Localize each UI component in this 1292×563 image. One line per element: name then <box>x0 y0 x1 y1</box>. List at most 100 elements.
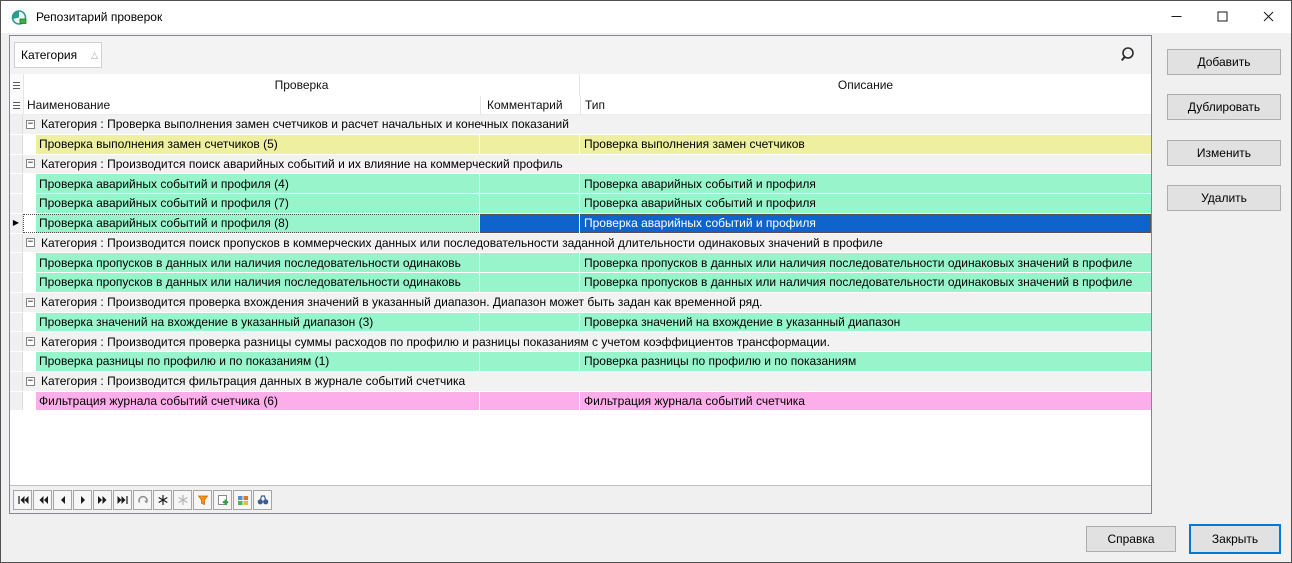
band-description[interactable]: Описание <box>580 74 1151 96</box>
cell-name[interactable]: Проверка аварийных событий и профиля (7) <box>36 194 479 213</box>
cell-comment[interactable] <box>479 214 579 233</box>
close-button[interactable] <box>1245 1 1291 33</box>
app-icon <box>11 9 28 26</box>
data-row[interactable]: Проверка пропусков в данных или наличия … <box>10 273 1151 293</box>
cell-type[interactable]: Проверка пропусков в данных или наличия … <box>579 273 1151 292</box>
delete-record-button[interactable] <box>173 490 192 510</box>
group-row[interactable]: −Категория : Производится проверка разни… <box>10 332 1151 352</box>
minimize-button[interactable] <box>1153 1 1199 33</box>
group-row[interactable]: −Категория : Производится поиск аварийны… <box>10 155 1151 175</box>
help-button[interactable]: Справка <box>1086 526 1176 552</box>
collapse-minus-icon[interactable]: − <box>26 120 35 129</box>
nav-first-button[interactable] <box>13 490 32 510</box>
collapse-minus-icon[interactable]: − <box>26 337 35 346</box>
group-row[interactable]: −Категория : Производится фильтрация дан… <box>10 372 1151 392</box>
close-icon <box>1263 10 1274 25</box>
cell-type[interactable]: Фильтрация журнала событий счетчика <box>579 392 1151 411</box>
collapse-minus-icon[interactable]: − <box>26 238 35 247</box>
close-dialog-button[interactable]: Закрыть <box>1189 524 1281 554</box>
cell-comment[interactable] <box>479 273 579 292</box>
cell-type[interactable]: Проверка аварийных событий и профиля <box>579 174 1151 193</box>
maximize-button[interactable] <box>1199 1 1245 33</box>
band-header-row: Проверка Описание <box>10 74 1151 96</box>
add-button[interactable]: Добавить <box>1167 49 1281 75</box>
group-cell[interactable]: −Категория : Производится поиск аварийны… <box>23 155 1151 174</box>
collapse-minus-icon[interactable]: − <box>26 298 35 307</box>
append-record-button[interactable] <box>153 490 172 510</box>
search-icon <box>1119 53 1139 68</box>
cell-name[interactable]: Проверка выполнения замен счетчиков (5) <box>36 135 479 154</box>
cell-comment[interactable] <box>479 392 579 411</box>
group-field-category[interactable]: Категория △ <box>14 42 102 68</box>
layout-icon <box>237 494 249 506</box>
group-cell[interactable]: −Категория : Проверка выполнения замен с… <box>23 115 1151 134</box>
cell-type[interactable]: Проверка разницы по профилю и по показан… <box>579 352 1151 371</box>
cell-name[interactable]: Проверка пропусков в данных или наличия … <box>36 253 479 272</box>
maximize-icon <box>1217 10 1228 25</box>
row-indicator-cell <box>10 392 23 411</box>
collapse-minus-icon[interactable]: − <box>26 377 35 386</box>
duplicate-button[interactable]: Дублировать <box>1167 94 1281 120</box>
data-row[interactable]: Проверка аварийных событий и профиля (4)… <box>10 174 1151 194</box>
row-indent <box>23 313 36 332</box>
data-row[interactable]: ▶Проверка аварийных событий и профиля (8… <box>10 214 1151 234</box>
filter-button[interactable] <box>193 490 212 510</box>
data-row[interactable]: Проверка разницы по профилю и по показан… <box>10 352 1151 372</box>
edit-record-icon <box>217 494 229 506</box>
cell-type[interactable]: Проверка значений на вхождение в указанн… <box>579 313 1151 332</box>
nav-next-page-button[interactable] <box>93 490 112 510</box>
cell-comment[interactable] <box>479 313 579 332</box>
edit-record-button[interactable] <box>213 490 232 510</box>
cell-type[interactable]: Проверка аварийных событий и профиля <box>579 194 1151 213</box>
column-header-name[interactable]: Наименование <box>24 96 480 114</box>
cell-type[interactable]: Проверка пропусков в данных или наличия … <box>579 253 1151 272</box>
collapse-minus-icon[interactable]: − <box>26 159 35 168</box>
cell-type[interactable]: Проверка выполнения замен счетчиков <box>579 135 1151 154</box>
nav-next-page-icon <box>97 494 109 506</box>
cell-name[interactable]: Проверка разницы по профилю и по показан… <box>36 352 479 371</box>
band-check[interactable]: Проверка <box>24 74 580 96</box>
group-cell[interactable]: −Категория : Производится фильтрация дан… <box>23 372 1151 391</box>
cell-name[interactable]: Проверка аварийных событий и профиля (4) <box>36 174 479 193</box>
data-row[interactable]: Фильтрация журнала событий счетчика (6) Ф… <box>10 392 1151 412</box>
data-row[interactable]: Проверка выполнения замен счетчиков (5) П… <box>10 135 1151 155</box>
nav-prev-page-button[interactable] <box>33 490 52 510</box>
data-row[interactable]: Проверка аварийных событий и профиля (7)… <box>10 194 1151 214</box>
grid-search-button[interactable] <box>1119 45 1139 65</box>
data-row[interactable]: Проверка пропусков в данных или наличия … <box>10 253 1151 273</box>
cell-name[interactable]: Фильтрация журнала событий счетчика (6) <box>36 392 479 411</box>
edit-button[interactable]: Изменить <box>1167 140 1281 166</box>
cell-type[interactable]: Проверка аварийных событий и профиля <box>579 214 1151 233</box>
cell-comment[interactable] <box>479 253 579 272</box>
group-row[interactable]: −Категория : Проверка выполнения замен с… <box>10 115 1151 135</box>
group-cell[interactable]: −Категория : Производится проверка вхожд… <box>23 293 1151 312</box>
cell-comment[interactable] <box>479 194 579 213</box>
nav-prev-button[interactable] <box>53 490 72 510</box>
nav-prev-icon <box>57 494 69 506</box>
cell-comment[interactable] <box>479 174 579 193</box>
row-indicator-cell <box>10 155 23 174</box>
search-button[interactable] <box>253 490 272 510</box>
delete-button[interactable]: Удалить <box>1167 185 1281 211</box>
nav-last-button[interactable] <box>113 490 132 510</box>
nav-next-button[interactable] <box>73 490 92 510</box>
column-type-label: Тип <box>585 98 605 112</box>
cell-comment[interactable] <box>479 352 579 371</box>
cell-name[interactable]: Проверка аварийных событий и профиля (8) <box>36 214 479 233</box>
column-header-comment[interactable]: Комментарий <box>480 96 580 114</box>
layout-button[interactable] <box>233 490 252 510</box>
data-row[interactable]: Проверка значений на вхождение в указанн… <box>10 313 1151 333</box>
group-by-panel[interactable]: Категория △ <box>10 36 1151 75</box>
group-cell[interactable]: −Категория : Производится поиск пропуско… <box>23 234 1151 253</box>
row-indent <box>23 214 36 233</box>
group-cell[interactable]: −Категория : Производится проверка разни… <box>23 332 1151 351</box>
cell-comment[interactable] <box>479 135 579 154</box>
cell-name[interactable]: Проверка значений на вхождение в указанн… <box>36 313 479 332</box>
refresh-button[interactable] <box>133 490 152 510</box>
row-indicator-cell <box>10 234 23 253</box>
dialog-window: Репозитарий проверок Категория △ <box>0 0 1292 563</box>
column-header-type[interactable]: Тип <box>580 96 1151 114</box>
cell-name[interactable]: Проверка пропусков в данных или наличия … <box>36 273 479 292</box>
group-row[interactable]: −Категория : Производится проверка вхожд… <box>10 293 1151 313</box>
group-row[interactable]: −Категория : Производится поиск пропуско… <box>10 234 1151 254</box>
